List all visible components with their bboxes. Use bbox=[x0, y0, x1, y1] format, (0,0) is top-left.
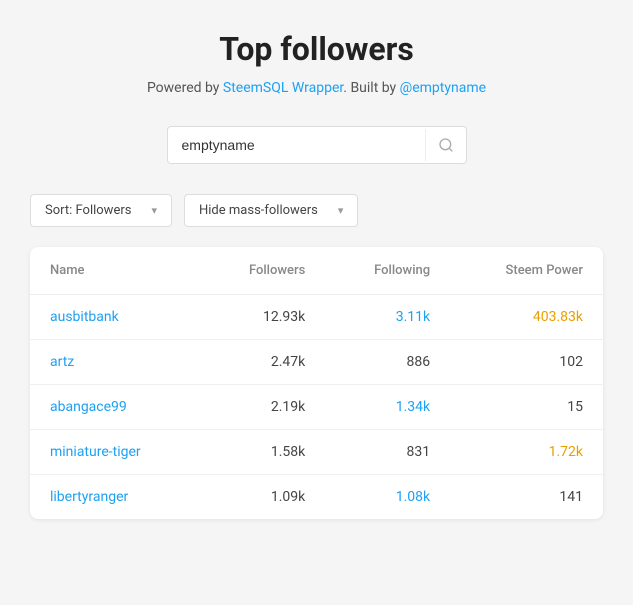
filters-container: Sort: Followers ▾ Hide mass-followers ▾ bbox=[20, 194, 613, 227]
row-following[interactable]: 1.08k bbox=[325, 475, 450, 520]
row-following[interactable]: 1.34k bbox=[325, 385, 450, 430]
mass-label: Hide mass-followers bbox=[199, 203, 318, 218]
followers-table: Name Followers Following Steem Power aus… bbox=[30, 247, 603, 519]
page-container: Top followers Powered by SteemSQL Wrappe… bbox=[0, 0, 633, 605]
sort-label: Sort: Followers bbox=[45, 203, 131, 218]
row-followers: 1.09k bbox=[200, 475, 325, 520]
table-row: libertyranger1.09k1.08k141 bbox=[30, 475, 603, 520]
row-following: 831 bbox=[325, 430, 450, 475]
row-following: 886 bbox=[325, 340, 450, 385]
row-followers: 1.58k bbox=[200, 430, 325, 475]
page-title: Top followers bbox=[20, 30, 613, 68]
row-followers: 2.19k bbox=[200, 385, 325, 430]
steemsql-link[interactable]: SteemSQL Wrapper bbox=[223, 80, 343, 96]
row-name[interactable]: libertyranger bbox=[30, 475, 200, 520]
row-followers: 12.93k bbox=[200, 295, 325, 340]
row-steem-power: 15 bbox=[450, 385, 603, 430]
subtitle: Powered by SteemSQL Wrapper. Built by @e… bbox=[20, 80, 613, 96]
row-steem-power: 102 bbox=[450, 340, 603, 385]
table-row: artz2.47k886102 bbox=[30, 340, 603, 385]
search-button[interactable] bbox=[425, 129, 466, 161]
row-name[interactable]: artz bbox=[30, 340, 200, 385]
chevron-down-icon-2: ▾ bbox=[338, 204, 344, 217]
col-header-following: Following bbox=[325, 247, 450, 295]
table-row: ausbitbank12.93k3.11k403.83k bbox=[30, 295, 603, 340]
col-header-name: Name bbox=[30, 247, 200, 295]
search-wrapper bbox=[167, 126, 467, 164]
subtitle-prefix: Powered by bbox=[147, 80, 223, 96]
author-link[interactable]: @emptyname bbox=[400, 80, 486, 96]
col-header-followers: Followers bbox=[200, 247, 325, 295]
table-header-row: Name Followers Following Steem Power bbox=[30, 247, 603, 295]
table-row: abangace992.19k1.34k15 bbox=[30, 385, 603, 430]
row-followers: 2.47k bbox=[200, 340, 325, 385]
row-steem-power: 141 bbox=[450, 475, 603, 520]
built-by-text: . Built by bbox=[343, 80, 399, 96]
row-name[interactable]: ausbitbank bbox=[30, 295, 200, 340]
mass-filter[interactable]: Hide mass-followers ▾ bbox=[184, 194, 358, 227]
row-following[interactable]: 3.11k bbox=[325, 295, 450, 340]
sort-filter[interactable]: Sort: Followers ▾ bbox=[30, 194, 172, 227]
chevron-down-icon: ▾ bbox=[151, 204, 157, 217]
search-input[interactable] bbox=[168, 127, 425, 163]
row-steem-power: 1.72k bbox=[450, 430, 603, 475]
search-icon bbox=[438, 137, 454, 153]
table-row: miniature-tiger1.58k8311.72k bbox=[30, 430, 603, 475]
search-container bbox=[20, 126, 613, 164]
col-header-steem-power: Steem Power bbox=[450, 247, 603, 295]
table-container: Name Followers Following Steem Power aus… bbox=[30, 247, 603, 519]
row-name[interactable]: abangace99 bbox=[30, 385, 200, 430]
row-steem-power: 403.83k bbox=[450, 295, 603, 340]
row-name[interactable]: miniature-tiger bbox=[30, 430, 200, 475]
